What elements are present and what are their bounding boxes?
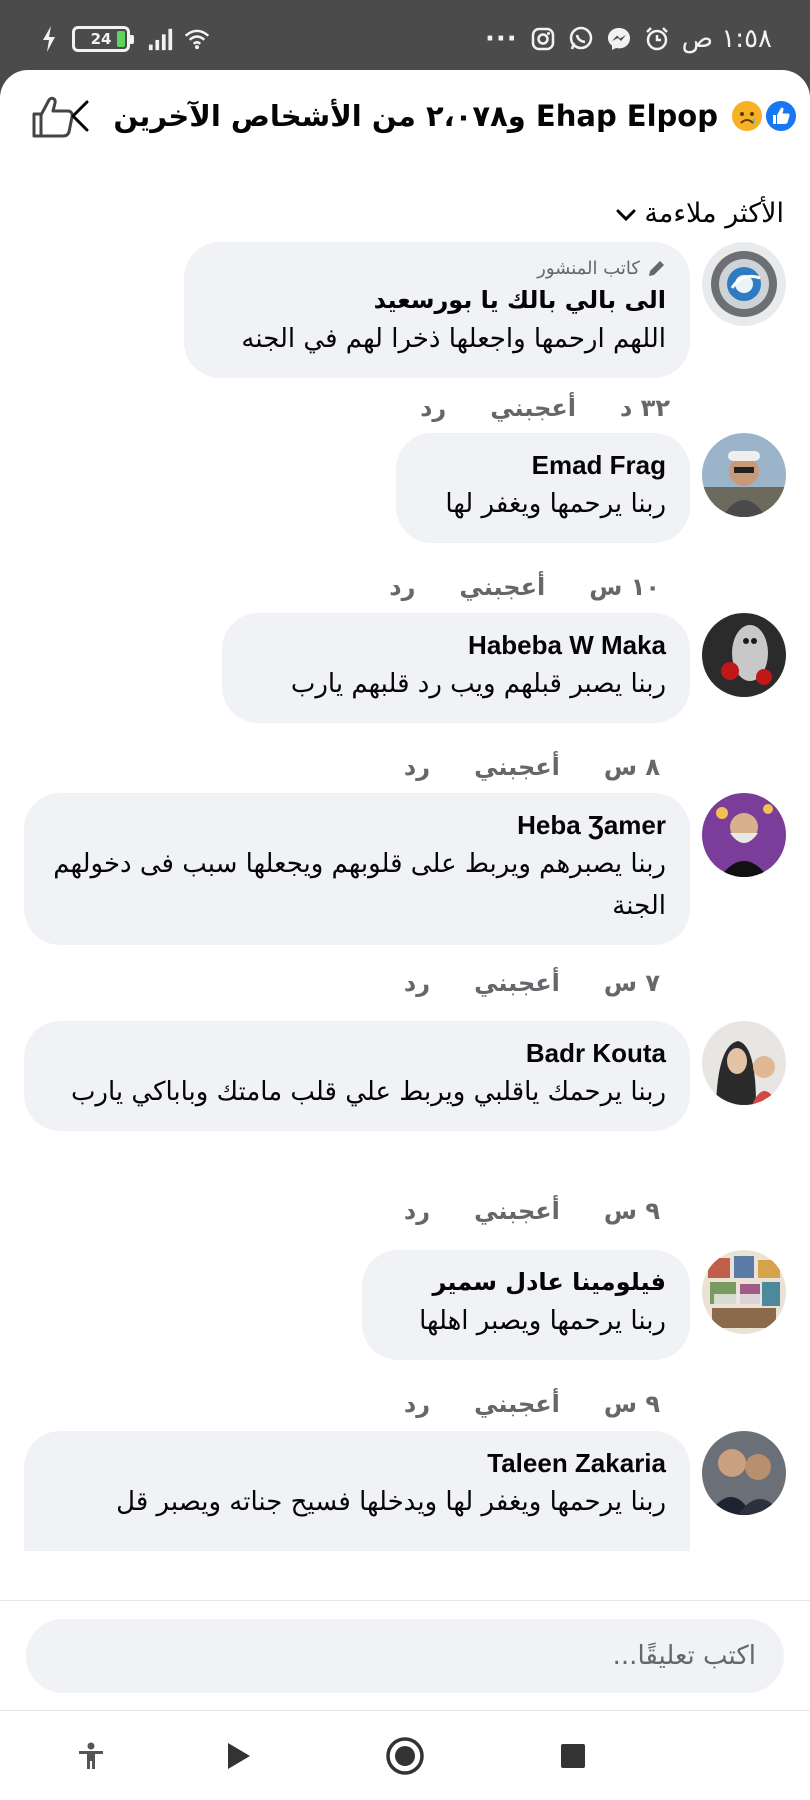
comment-author[interactable]: الى بالي بالك يا بورسعيد xyxy=(208,282,666,318)
status-bar: 24 ··· ١:٥٨ ص xyxy=(0,0,810,70)
comment-text: اللهم ارحمها واجعلها ذخرا لهم في الجنه xyxy=(241,324,666,354)
avatar[interactable] xyxy=(702,793,786,877)
reply-button[interactable]: رد xyxy=(404,969,430,997)
alarm-icon xyxy=(644,26,670,52)
comment-text: ربنا يرحمها ويغفر لها ويدخلها فسيح جناته… xyxy=(116,1487,666,1517)
like-comment-button[interactable]: أعجبني xyxy=(474,1197,560,1225)
stop-icon[interactable] xyxy=(548,1731,598,1781)
sort-dropdown[interactable]: الأكثر ملاءمة xyxy=(616,198,784,229)
comment-author[interactable]: Badr Kouta xyxy=(48,1035,666,1071)
avatar[interactable] xyxy=(702,433,786,517)
comment-input-wrapper xyxy=(26,1619,784,1693)
like-comment-button[interactable]: أعجبني xyxy=(474,969,560,997)
comment-text: ربنا يرحمها ويصبر اهلها xyxy=(419,1306,666,1336)
comment-time: ٩ س xyxy=(603,1390,660,1418)
comment-time: ٩ س xyxy=(603,1197,660,1225)
comment-bubble: Emad Frag ربنا يرحمها ويغفر لها xyxy=(396,433,690,543)
comment-time: ٨ س xyxy=(603,753,660,781)
comment-author[interactable]: Emad Frag xyxy=(420,447,666,483)
like-comment-button[interactable]: أعجبني xyxy=(474,1390,560,1418)
comment-composer xyxy=(0,1600,810,1710)
comment-actions: ٩ س أعجبني رد xyxy=(404,1390,660,1418)
reaction-icons xyxy=(730,99,798,133)
sheet-header: Ehap Elpop و٢،٠٧٨ من الأشخاص الآخرين xyxy=(0,70,810,170)
comment-bubble: كاتب المنشور الى بالي بالك يا بورسعيد ال… xyxy=(184,242,690,378)
status-right: ··· ١:٥٨ ص xyxy=(485,24,772,54)
comment-text: ربنا يصبر قبلهم ويب رد قلبهم يارب xyxy=(290,669,666,699)
comment-text: ربنا يصبرهم ويربط على قلوبهم ويجعلها سبب… xyxy=(53,849,666,921)
comment-bubble: Taleen Zakaria ربنا يرحمها ويغفر لها ويد… xyxy=(24,1431,690,1551)
comment-author[interactable]: Taleen Zakaria xyxy=(48,1445,666,1481)
like-comment-button[interactable]: أعجبني xyxy=(490,394,576,422)
charging-icon xyxy=(36,26,62,52)
post-author-badge: كاتب المنشور xyxy=(208,256,666,282)
comment-actions: ٩ س أعجبني رد xyxy=(404,1197,660,1225)
comment-bubble: Badr Kouta ربنا يرحمك ياقلبي ويربط علي ق… xyxy=(24,1021,690,1131)
comment-author[interactable]: Habeba W Maka xyxy=(246,627,666,663)
pencil-icon xyxy=(649,261,664,276)
avatar[interactable] xyxy=(702,1021,786,1105)
like-reaction-icon xyxy=(764,99,798,133)
avatar[interactable] xyxy=(702,1250,786,1334)
record-icon[interactable] xyxy=(380,1731,430,1781)
signal-icon xyxy=(148,26,174,52)
reactions-sheet: Ehap Elpop و٢،٠٧٨ من الأشخاص الآخرين الأ… xyxy=(0,70,810,1800)
navigation-bar xyxy=(0,1710,810,1800)
whatsapp-icon xyxy=(568,26,594,52)
like-comment-button[interactable]: أعجبني xyxy=(459,573,545,601)
more-icon: ··· xyxy=(485,24,518,54)
wifi-icon xyxy=(184,26,210,52)
reactions-header: Ehap Elpop و٢،٠٧٨ من الأشخاص الآخرين xyxy=(65,98,798,134)
chevron-down-icon xyxy=(616,198,636,229)
comment-actions: ٧ س أعجبني رد xyxy=(404,969,660,997)
sort-label: الأكثر ملاءمة xyxy=(644,198,784,229)
reply-button[interactable]: رد xyxy=(420,394,446,422)
avatar[interactable] xyxy=(702,1431,786,1515)
messenger-icon xyxy=(606,26,632,52)
comment-bubble: Habeba W Maka ربنا يصبر قبلهم ويب رد قلب… xyxy=(222,613,690,723)
comment-actions: ٣٢ د أعجبني رد xyxy=(420,394,670,422)
avatar[interactable] xyxy=(702,613,786,697)
battery-icon: 24 xyxy=(72,26,134,52)
reply-button[interactable]: رد xyxy=(404,753,430,781)
comment-actions: ١٠ س أعجبني رد xyxy=(389,573,660,601)
reply-button[interactable]: رد xyxy=(404,1197,430,1225)
comment-input[interactable] xyxy=(26,1619,784,1693)
avatar[interactable] xyxy=(702,242,786,326)
chevron-left-icon[interactable] xyxy=(65,98,95,134)
comment-time: ٧ س xyxy=(603,969,660,997)
header-title: Ehap Elpop و٢،٠٧٨ من الأشخاص الآخرين xyxy=(113,99,718,133)
comment-time: ١٠ س xyxy=(589,573,660,601)
comment-author[interactable]: فيلومينا عادل سمير xyxy=(386,1264,667,1300)
comment-bubble: فيلومينا عادل سمير ربنا يرحمها ويصبر اهل… xyxy=(362,1250,690,1360)
instagram-icon xyxy=(530,26,556,52)
clock-time: ١:٥٨ ص xyxy=(681,24,772,54)
sad-reaction-icon xyxy=(730,99,764,133)
comment-time: ٣٢ د xyxy=(620,394,670,422)
like-comment-button[interactable]: أعجبني xyxy=(474,753,560,781)
play-icon[interactable] xyxy=(214,1731,264,1781)
comment-author[interactable]: Heba Ʒamer xyxy=(48,807,666,843)
comment-text: ربنا يرحمها ويغفر لها xyxy=(445,489,666,519)
comment-actions: ٨ س أعجبني رد xyxy=(404,753,660,781)
accessibility-icon[interactable] xyxy=(66,1731,116,1781)
comment-bubble: Heba Ʒamer ربنا يصبرهم ويربط على قلوبهم … xyxy=(24,793,690,945)
reply-button[interactable]: رد xyxy=(404,1390,430,1418)
status-left: 24 xyxy=(36,26,210,52)
reply-button[interactable]: رد xyxy=(389,573,415,601)
comment-text: ربنا يرحمك ياقلبي ويربط علي قلب مامتك وب… xyxy=(70,1077,666,1107)
